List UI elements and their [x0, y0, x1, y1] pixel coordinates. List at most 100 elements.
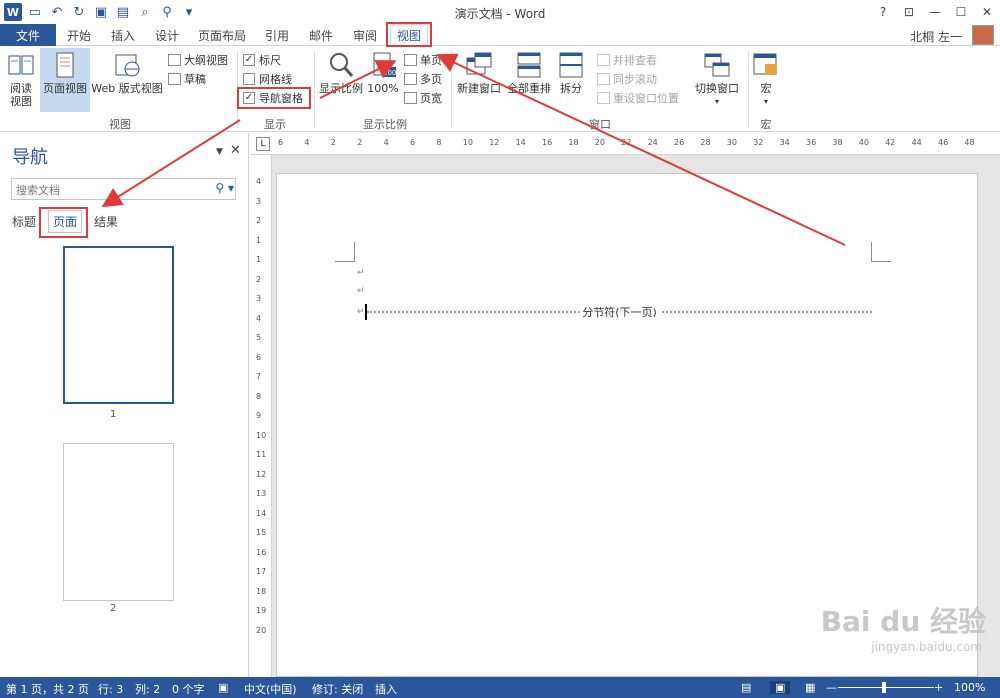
ruler-tick-label: 10	[462, 138, 473, 147]
status-words[interactable]: 0 个字	[172, 681, 205, 697]
tab-mailings[interactable]: 邮件	[306, 24, 336, 46]
status-language[interactable]: 中文(中国)	[244, 681, 297, 697]
sync-scroll-icon	[597, 73, 610, 85]
ruler-tick-label: 12	[489, 138, 500, 147]
page-thumbnail[interactable]	[63, 246, 174, 404]
reset-position-icon	[597, 92, 610, 104]
page-thumbnail[interactable]	[63, 443, 174, 601]
save-as-icon[interactable]: ▤	[112, 1, 134, 23]
tab-view[interactable]: 视图	[390, 24, 428, 47]
zoom-button[interactable]: 显示比例	[318, 50, 364, 95]
separator	[314, 50, 315, 128]
redo-icon[interactable]: ↻	[68, 1, 90, 23]
split-button[interactable]: 拆分	[556, 50, 586, 95]
new-window-button[interactable]: 新建窗口	[455, 50, 503, 95]
zoom-in-icon[interactable]: +	[934, 681, 943, 694]
ruler-tick-label: 18	[568, 138, 579, 147]
ruler-tick-label: 3	[256, 294, 262, 303]
check-icon: ✓	[243, 54, 255, 66]
page-width-button[interactable]: 页宽	[404, 90, 442, 106]
tab-design[interactable]: 设计	[152, 24, 182, 46]
one-page-button[interactable]: 单页	[404, 52, 442, 68]
ribbon-display-icon[interactable]: ⊡	[896, 0, 922, 24]
zoom-100-button[interactable]: 100 100%	[366, 50, 400, 95]
zoom-slider-handle[interactable]	[882, 682, 886, 693]
window-controls: ? ⊡ — ☐ ✕	[870, 0, 1000, 24]
ruler-tick-label: 11	[256, 450, 267, 459]
ruler-tick-label: 14	[515, 138, 526, 147]
status-track-changes[interactable]: 修订: 关闭	[312, 681, 363, 697]
chevron-down-icon: ▾	[763, 97, 768, 106]
status-zoom[interactable]: 100%	[954, 681, 985, 694]
tab-layout[interactable]: 页面布局	[196, 24, 248, 46]
maximize-icon[interactable]: ☐	[948, 0, 974, 24]
ruler-tick-label: 4	[383, 138, 389, 147]
user-name[interactable]: 北桐 左一	[910, 28, 962, 45]
book-icon	[6, 50, 36, 80]
ruler-tick-label: 1	[256, 255, 262, 264]
web-layout-button[interactable]: Web 版式视图	[90, 50, 164, 95]
close-pane-icon[interactable]: ✕	[230, 143, 241, 158]
switch-windows-button[interactable]: 切换窗口 ▾	[692, 50, 742, 108]
outline-button[interactable]: 大纲视图	[168, 52, 228, 68]
pane-options-icon[interactable]: ▼	[216, 147, 223, 157]
nav-tab-results[interactable]: 结果	[94, 213, 118, 230]
help-icon[interactable]: ?	[870, 0, 896, 24]
section-break[interactable]: 分节符(下一页)	[367, 304, 872, 320]
draft-button[interactable]: 草稿	[168, 71, 206, 87]
horizontal-ruler[interactable]: L 6 4 2 2 4 6 8 10 12 14 16 18 20 22 24 26 28 30 32 34 36 38 4…	[250, 133, 1000, 155]
find-icon[interactable]: ⚲	[156, 1, 178, 23]
undo-icon[interactable]: ↶	[46, 1, 68, 23]
navigation-pane-checkbox[interactable]: ✓ 导航窗格	[243, 90, 303, 106]
tab-file[interactable]: 文件	[0, 24, 56, 46]
minimize-icon[interactable]: —	[922, 0, 948, 24]
zoom-out-icon[interactable]: —	[826, 681, 837, 694]
ruler-tick-label: 4	[256, 177, 262, 186]
synchronous-scroll-button[interactable]: 同步滚动	[597, 71, 657, 87]
arrange-all-button[interactable]: 全部重排	[505, 50, 553, 95]
ruler-tick-label: 46	[938, 138, 949, 147]
reset-window-position-button[interactable]: 重设窗口位置	[597, 90, 679, 106]
multiple-pages-icon	[404, 73, 417, 85]
nav-tab-headings[interactable]: 标题	[12, 213, 36, 230]
ruler-checkbox[interactable]: ✓ 标尺	[243, 52, 281, 68]
vertical-ruler[interactable]: 4 3 2 1 1 2 3 4 5 6 7 8 9 10 11 12 13 14 15 16 17 18 19 20	[250, 155, 272, 677]
status-insert-mode[interactable]: 插入	[375, 681, 397, 697]
view-side-by-side-button[interactable]: 并排查看	[597, 52, 657, 68]
open-folder-icon[interactable]: ▭	[24, 1, 46, 23]
status-page[interactable]: 第 1 页，共 2 页	[6, 681, 89, 697]
avatar[interactable]	[972, 25, 994, 45]
ruler-tick-label: 42	[885, 138, 896, 147]
ruler-tick-label: 26	[674, 138, 685, 147]
ruler-tick-label: 32	[753, 138, 764, 147]
print-layout-icon[interactable]: ▣	[770, 681, 791, 694]
ruler-tick-label: 22	[621, 138, 632, 147]
web-layout-icon[interactable]: ▦	[805, 681, 815, 694]
page-width-icon	[404, 92, 417, 104]
gridlines-checkbox[interactable]: 网格线	[243, 71, 292, 87]
multiple-pages-button[interactable]: 多页	[404, 71, 442, 87]
paragraph-mark: ↵	[357, 268, 365, 278]
print-preview-icon[interactable]: ⌕	[134, 1, 156, 23]
tab-selector-icon[interactable]: L	[256, 137, 270, 151]
tab-references[interactable]: 引用	[262, 24, 292, 46]
tab-home[interactable]: 开始	[64, 24, 94, 46]
nav-tab-pages[interactable]: 页面	[48, 210, 83, 233]
tab-insert[interactable]: 插入	[108, 24, 138, 46]
tab-review[interactable]: 审阅	[350, 24, 380, 46]
close-icon[interactable]: ✕	[974, 0, 1000, 24]
print-layout-button[interactable]: 页面视图	[40, 48, 90, 112]
qat-more-icon[interactable]: ▾	[178, 1, 200, 23]
read-mode-icon[interactable]: ▤	[741, 681, 751, 694]
read-mode-button[interactable]: 阅读 视图	[4, 50, 38, 108]
status-bar: 第 1 页，共 2 页 行: 3 列: 2 0 个字 ▣ 中文(中国) 修订: …	[0, 677, 1000, 698]
save-icon[interactable]: ▣	[90, 1, 112, 23]
macro-icon	[751, 50, 781, 80]
zoom-100-icon: 100	[368, 50, 398, 80]
search-icon[interactable]: ⚲ ▾	[215, 181, 234, 195]
zoom-slider-track[interactable]	[838, 687, 934, 688]
search-input[interactable]: 搜索文档	[11, 178, 236, 200]
macros-button[interactable]: 宏 ▾	[752, 50, 780, 108]
proofing-icon[interactable]: ▣	[218, 681, 228, 694]
word-icon[interactable]: W	[2, 1, 24, 23]
